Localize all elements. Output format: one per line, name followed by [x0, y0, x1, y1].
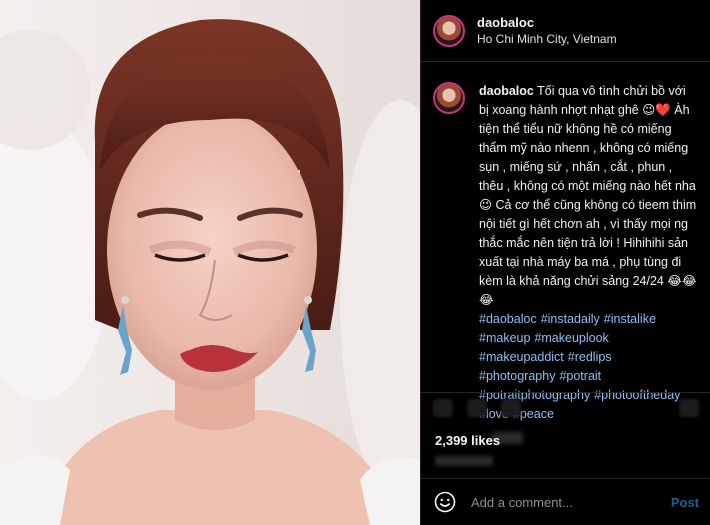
- add-comment-bar: Post: [421, 478, 710, 525]
- heart-icon[interactable]: [433, 398, 453, 417]
- bookmark-icon[interactable]: [679, 398, 699, 417]
- post-header: daobaloc Ho Chi Minh City, Vietnam: [421, 0, 710, 62]
- hashtag[interactable]: #photography: [479, 369, 555, 383]
- avatar[interactable]: [433, 14, 465, 47]
- smiley-face-icon[interactable]: [433, 490, 457, 514]
- post-comment-button[interactable]: Post: [671, 495, 699, 510]
- caption-text-block: daobaloc Tối qua vô tình chửi bồ với bị …: [479, 82, 698, 424]
- caption-username[interactable]: daobaloc: [479, 84, 534, 98]
- post-side-panel: daobaloc Ho Chi Minh City, Vietnam daoba…: [420, 0, 710, 525]
- hashtag[interactable]: #redlips: [568, 350, 612, 364]
- caption-comment: daobaloc Tối qua vô tình chửi bồ với bị …: [433, 82, 698, 424]
- blurred-post-date: [435, 456, 493, 466]
- action-bar: [421, 392, 710, 422]
- likes-count[interactable]: 2,399 likes: [435, 433, 500, 448]
- hashtag[interactable]: #daobaloc: [479, 312, 537, 326]
- hashtag[interactable]: #potrait: [559, 369, 601, 383]
- add-comment-input[interactable]: [469, 493, 671, 511]
- hashtag[interactable]: #makeuplook: [534, 331, 608, 345]
- instagram-post: daobaloc Ho Chi Minh City, Vietnam daoba…: [0, 0, 710, 525]
- portrait-image: [0, 0, 420, 525]
- paper-plane-icon[interactable]: [501, 398, 521, 417]
- hashtag[interactable]: #makeupaddict: [479, 350, 564, 364]
- caption-text: Tối qua vô tình chửi bồ với bị xoang hàn…: [479, 84, 697, 307]
- hashtag[interactable]: #instalike: [604, 312, 656, 326]
- header-location[interactable]: Ho Chi Minh City, Vietnam: [477, 32, 617, 46]
- hashtag[interactable]: #makeup: [479, 331, 530, 345]
- header-username[interactable]: daobaloc: [477, 15, 617, 30]
- header-text: daobaloc Ho Chi Minh City, Vietnam: [477, 15, 617, 46]
- caption-avatar[interactable]: [433, 82, 465, 114]
- post-photo[interactable]: [0, 0, 420, 525]
- hashtag[interactable]: #instadaily: [541, 312, 600, 326]
- comments-area: daobaloc Tối qua vô tình chửi bồ với bị …: [421, 62, 710, 444]
- comment-bubble-icon[interactable]: [467, 398, 487, 417]
